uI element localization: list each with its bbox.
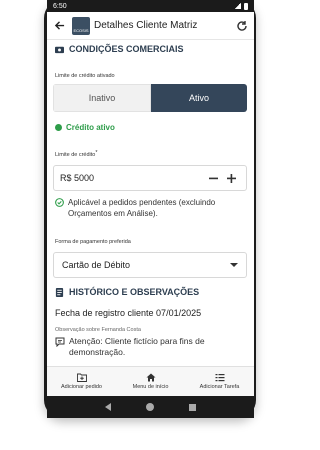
client-note-text: Atenção: Cliente fictício para fins de d… bbox=[69, 336, 205, 357]
page-title: Detalhes Cliente Matriz bbox=[94, 20, 198, 31]
nav-add-task-label: Adicionar Tarefa bbox=[199, 384, 240, 390]
nav-home-menu[interactable]: Menu de início bbox=[116, 367, 185, 396]
register-date: Fecha de registro cliente 07/01/2025 bbox=[55, 308, 202, 318]
credit-limit-input[interactable]: R$ 5000 bbox=[60, 173, 204, 183]
payment-method-value: Cartão de Débito bbox=[62, 260, 131, 270]
scroll-content[interactable]: CONDIÇÕES COMERCIAIS Limite de crédito a… bbox=[47, 40, 254, 366]
status-icons bbox=[234, 2, 248, 10]
plus-icon[interactable] bbox=[222, 169, 240, 187]
client-note: Atenção: Cliente fictício para fins de d… bbox=[55, 336, 249, 358]
credit-limit-activated-label: Limite de crédito ativado bbox=[55, 73, 115, 79]
money-icon bbox=[55, 46, 64, 53]
nav-add-order-label: Adicionar pedido bbox=[61, 384, 102, 390]
company-logo: ECOSIS bbox=[72, 16, 90, 35]
credit-toggle: Inativo Ativo bbox=[53, 84, 247, 112]
nav-add-task[interactable]: Adicionar Tarefa bbox=[185, 367, 254, 396]
battery-icon bbox=[244, 2, 248, 10]
payment-method-select[interactable]: Cartão de Débito bbox=[53, 252, 247, 278]
system-home-icon[interactable] bbox=[145, 403, 154, 411]
note-caption: Observação sobre Fernanda Costa bbox=[55, 327, 141, 333]
minus-icon[interactable] bbox=[204, 169, 222, 187]
system-recents-icon[interactable] bbox=[189, 403, 197, 411]
document-icon bbox=[55, 287, 64, 297]
task-list-icon bbox=[215, 374, 224, 382]
credit-status: Crédito ativo bbox=[55, 123, 115, 132]
credit-limit-label: Limite de crédito* bbox=[55, 150, 98, 158]
back-arrow-icon[interactable] bbox=[52, 19, 66, 33]
logo-text: ECOSIS bbox=[73, 27, 89, 33]
signal-icon bbox=[234, 3, 241, 9]
toggle-inactive-button[interactable]: Inativo bbox=[53, 84, 151, 112]
home-icon bbox=[146, 373, 155, 382]
nav-home-menu-label: Menu de início bbox=[132, 384, 169, 390]
commercial-section-title: CONDIÇÕES COMERCIAIS bbox=[69, 44, 184, 54]
history-section-title: HISTÓRICO E OBSERVAÇÕES bbox=[69, 287, 200, 297]
bottom-navigation: Adicionar pedido Menu de início Adiciona… bbox=[47, 366, 254, 396]
required-mark: * bbox=[95, 150, 98, 156]
applicable-note-text: Aplicável a pedidos pendentes (excluindo… bbox=[68, 198, 216, 218]
system-navigation-bar bbox=[47, 396, 254, 418]
app-bar: ECOSIS Detalhes Cliente Matriz bbox=[47, 12, 254, 40]
toggle-active-button[interactable]: Ativo bbox=[151, 84, 247, 112]
applicable-note: Aplicável a pedidos pendentes (excluindo… bbox=[55, 197, 249, 219]
nav-add-order[interactable]: Adicionar pedido bbox=[47, 367, 116, 396]
status-dot-icon bbox=[55, 124, 62, 131]
app-screen: 6:50 ECOSIS Detalhes Cliente Matriz COND… bbox=[47, 0, 254, 396]
folder-plus-icon bbox=[76, 373, 87, 382]
status-time: 6:50 bbox=[53, 2, 67, 10]
credit-limit-label-text: Limite de crédito bbox=[55, 152, 96, 158]
system-back-icon[interactable] bbox=[104, 403, 111, 411]
refresh-icon[interactable] bbox=[235, 19, 249, 33]
comment-icon bbox=[55, 337, 65, 347]
status-bar: 6:50 bbox=[47, 0, 254, 12]
credit-limit-stepper: R$ 5000 bbox=[53, 165, 247, 191]
check-circle-icon bbox=[55, 198, 64, 207]
commercial-section-header: CONDIÇÕES COMERCIAIS bbox=[47, 44, 192, 54]
history-section-header: HISTÓRICO E OBSERVAÇÕES bbox=[47, 287, 207, 297]
payment-method-label: Forma de pagamento preferida bbox=[55, 239, 131, 245]
caret-down-icon bbox=[230, 263, 238, 267]
credit-status-text: Crédito ativo bbox=[66, 123, 115, 132]
